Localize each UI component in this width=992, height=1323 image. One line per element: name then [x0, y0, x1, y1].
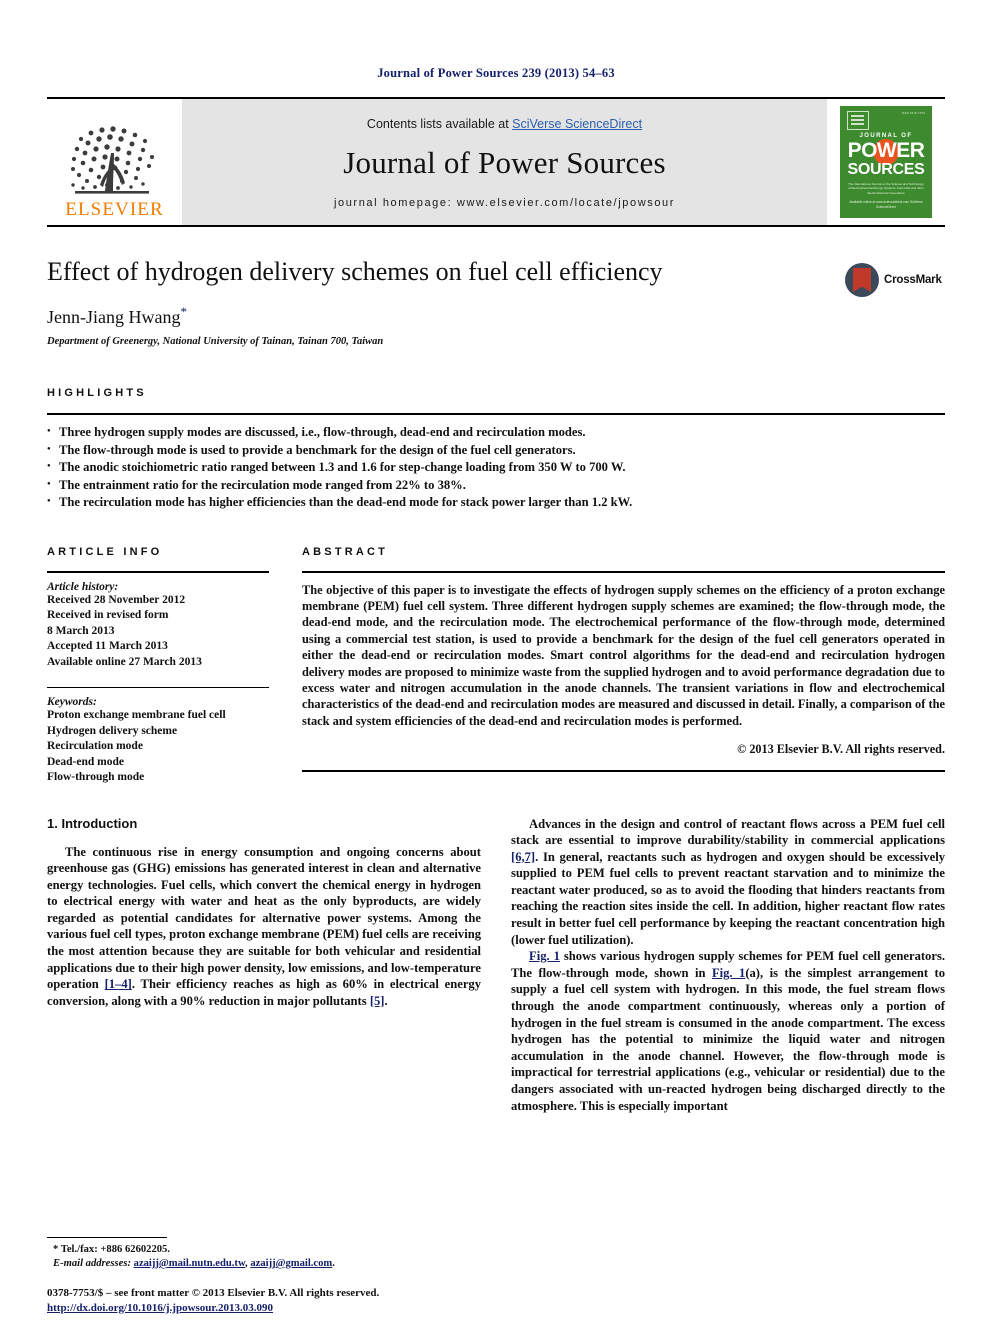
- abstract-section: ABSTRACT The objective of this paper is …: [302, 546, 945, 786]
- article-history-item: Received in revised form: [47, 609, 169, 621]
- article-info-divider: [47, 570, 269, 573]
- highlights-section: HIGHLIGHTS Three hydrogen supply modes a…: [47, 387, 945, 512]
- paragraph: The continuous rise in energy consumptio…: [47, 844, 481, 1010]
- abstract-text: The objective of this paper is to invest…: [302, 582, 945, 728]
- paragraph-text: Advances in the design and control of re…: [511, 816, 945, 848]
- elsevier-tree-icon: [61, 123, 169, 199]
- paragraph: Advances in the design and control of re…: [511, 816, 945, 949]
- author-name: Jenn-Jiang Hwang: [47, 307, 181, 327]
- list-item: The flow-through mode is used to provide…: [47, 441, 945, 460]
- imprint-block: 0378-7753/$ – see front matter © 2013 El…: [47, 1286, 507, 1315]
- article-info-section: ARTICLE INFO Article history: Received 2…: [47, 546, 269, 786]
- keywords-divider: [47, 687, 269, 688]
- journal-masthead: ELSEVIER Contents lists available at Sci…: [47, 97, 945, 227]
- email-link-secondary[interactable]: azaijj@gmail.com: [250, 1258, 332, 1269]
- footnote-marker: *: [53, 1244, 59, 1255]
- keywords-block: Keywords: Proton exchange membrane fuel …: [47, 687, 269, 786]
- citation-link[interactable]: [6,7]: [511, 850, 535, 864]
- crossmark-icon: [845, 263, 879, 297]
- article-history-item: Accepted 11 March 2013: [47, 640, 168, 652]
- article-history-item: 8 March 2013: [47, 624, 115, 637]
- footnote-block: * Tel./fax: +886 62602205. E-mail addres…: [47, 1237, 485, 1271]
- footnote-email-label: E-mail addresses:: [53, 1258, 131, 1269]
- cover-subtitle: The International Journal on the Science…: [848, 182, 924, 195]
- cover-sources-word: SOURCES: [847, 161, 925, 178]
- abstract-heading: ABSTRACT: [302, 545, 389, 558]
- footnote-tel: * Tel./fax: +886 62602205.: [47, 1243, 485, 1257]
- contents-prefix: Contents lists available at: [366, 117, 513, 131]
- contents-list-line: Contents lists available at SciVerse Sci…: [367, 117, 642, 131]
- body-column-right: Advances in the design and control of re…: [511, 816, 945, 1115]
- info-abstract-row: ARTICLE INFO Article history: Received 2…: [47, 546, 945, 786]
- crossmark-label: CrossMark: [884, 274, 942, 286]
- email-period: .: [332, 1258, 335, 1269]
- article-page: Journal of Power Sources 239 (2013) 54–6…: [0, 0, 992, 1323]
- masthead-center: Contents lists available at SciVerse Sci…: [182, 99, 827, 225]
- cover-power-word: POWER: [847, 139, 925, 162]
- list-item: The entrainment ratio for the recirculat…: [47, 476, 945, 495]
- journal-cover-thumbnail[interactable]: ISSN 0378-7753 JOURNAL OF POWER SOURCES …: [827, 99, 945, 225]
- article-history-label: Article history:: [47, 580, 119, 593]
- journal-cover-art: ISSN 0378-7753 JOURNAL OF POWER SOURCES …: [840, 106, 932, 218]
- paragraph-text: .: [384, 993, 388, 1008]
- list-item: Three hydrogen supply modes are discusse…: [47, 423, 945, 442]
- cover-elsevier-mark-icon: [847, 111, 869, 130]
- crossmark-badge[interactable]: CrossMark: [845, 253, 945, 307]
- footnote-divider: [47, 1237, 167, 1238]
- citation-link[interactable]: [5]: [370, 994, 385, 1008]
- keyword-item: Flow-through mode: [47, 771, 145, 783]
- doi-link[interactable]: http://dx.doi.org/10.1016/j.jpowsour.201…: [47, 1302, 273, 1314]
- elsevier-wordmark: ELSEVIER: [65, 199, 164, 220]
- footnote-tel-text: Tel./fax: +886 62602205.: [60, 1244, 170, 1255]
- citation-link[interactable]: [1–4]: [105, 977, 132, 991]
- figure-link[interactable]: Fig. 1: [712, 966, 745, 980]
- keyword-item: Proton exchange membrane fuel cell: [47, 709, 226, 721]
- article-info-heading: ARTICLE INFO: [47, 545, 163, 558]
- email-link-primary[interactable]: azaijj@mail.nutn.edu.tw: [134, 1258, 245, 1269]
- cover-footer: Available online at www.sciencedirect.co…: [849, 200, 923, 209]
- page-title: Effect of hydrogen delivery schemes on f…: [47, 257, 663, 286]
- cover-issn: ISSN 0378-7753: [901, 112, 925, 115]
- footnote-email: E-mail addresses: azaijj@mail.nutn.edu.t…: [47, 1257, 485, 1271]
- keyword-item: Hydrogen delivery scheme: [47, 724, 178, 737]
- figure-link[interactable]: Fig. 1: [529, 949, 560, 963]
- abstract-copyright: © 2013 Elsevier B.V. All rights reserved…: [737, 742, 945, 757]
- abstract-divider: [302, 570, 945, 573]
- title-block: Effect of hydrogen delivery schemes on f…: [47, 257, 945, 347]
- list-item: The recirculation mode has higher effici…: [47, 493, 945, 512]
- paragraph-text: . In general, reactants such as hydrogen…: [511, 849, 945, 947]
- keywords-label: Keywords:: [47, 696, 97, 708]
- paragraph-text: (a), is the simplest arrangement to supp…: [511, 965, 945, 1113]
- keyword-item: Dead-end mode: [47, 755, 124, 768]
- highlights-divider: [47, 413, 945, 415]
- journal-title: Journal of Power Sources: [343, 145, 666, 180]
- section-heading-introduction: 1. Introduction: [47, 815, 138, 831]
- highlights-list: Three hydrogen supply modes are discusse…: [47, 423, 945, 512]
- body-columns: 1. Introduction The continuous rise in e…: [47, 816, 945, 1115]
- article-history-item: Received 28 November 2012: [47, 593, 186, 606]
- author-list: Jenn-Jiang Hwang*: [47, 304, 945, 328]
- author-footnote-marker[interactable]: *: [180, 304, 187, 319]
- imprint-line: 0378-7753/$ – see front matter © 2013 El…: [47, 1287, 380, 1299]
- body-column-left: 1. Introduction The continuous rise in e…: [47, 816, 481, 1115]
- journal-homepage[interactable]: journal homepage: www.elsevier.com/locat…: [334, 197, 675, 209]
- list-item: The anodic stoichiometric ratio ranged b…: [47, 458, 945, 477]
- elsevier-logo[interactable]: ELSEVIER: [47, 99, 182, 225]
- article-history-item: Available online 27 March 2013: [47, 655, 202, 668]
- highlights-heading: HIGHLIGHTS: [47, 387, 147, 399]
- running-head: Journal of Power Sources 239 (2013) 54–6…: [377, 66, 615, 80]
- abstract-bottom-divider: [302, 770, 945, 773]
- paragraph-text: The continuous rise in energy consumptio…: [47, 844, 481, 992]
- sciencedirect-link[interactable]: SciVerse ScienceDirect: [512, 117, 642, 131]
- paragraph: Fig. 1 shows various hydrogen supply sch…: [511, 948, 945, 1114]
- author-affiliation: Department of Greenergy, National Univer…: [47, 336, 384, 347]
- keyword-item: Recirculation mode: [47, 740, 143, 752]
